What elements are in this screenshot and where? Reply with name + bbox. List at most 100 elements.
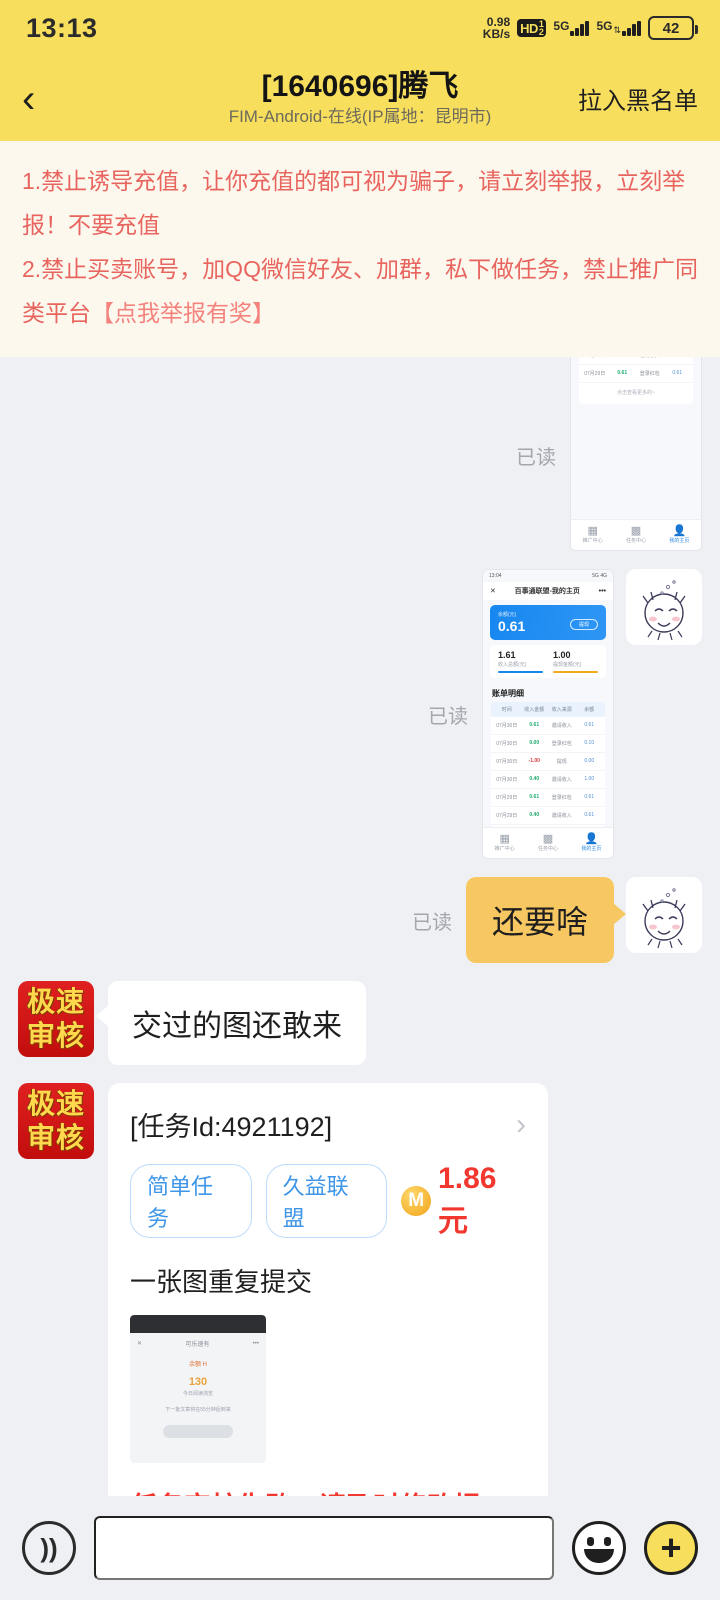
avatar-audit-line2: 审核	[26, 1122, 85, 1153]
bill-section-title-2: 账单明细	[492, 689, 524, 698]
cell-time: 07月30日	[496, 777, 518, 783]
grid-icon: ▦	[499, 833, 510, 845]
withdraw-button[interactable]: 提现	[569, 619, 598, 630]
task-thumbnail[interactable]: ✕ 可乐速有 ••• 余额 H 130 今日阅读浏览 下一批文章将在55分钟后到…	[130, 1315, 266, 1463]
stats-row: 1.61 收入总额(元) 1.00 提现金额(元)	[490, 645, 606, 678]
task-icon: ▩	[630, 525, 642, 537]
message-row-text-2: 极速 审核 交过的图还敢来	[18, 981, 702, 1065]
cell-source: 提现	[556, 759, 567, 765]
mini-tab-profile: 👤 我的主页	[570, 833, 613, 852]
balance-card: 余额(元) 0.61 提现	[490, 605, 606, 640]
read-receipt: 已读	[516, 446, 556, 469]
cell-balance: 0.61	[584, 722, 595, 728]
coin-icon: M	[401, 1186, 432, 1216]
voice-wave-icon[interactable]: ))	[22, 1521, 76, 1575]
message-bubble-incoming[interactable]: 交过的图还敢来	[96, 981, 366, 1065]
bill-table-2: 时间 收入金额 收入来源 余额 07月30日 0.61 邀请收入 0.61 07月30…	[491, 702, 605, 827]
cell-source: 邀请收入	[551, 813, 572, 819]
table-row: 07月30日 0.40 邀请收入 1.00	[491, 771, 605, 789]
sketch-face-avatar-icon	[626, 877, 702, 953]
smiley-icon[interactable]	[572, 1521, 626, 1575]
task-card[interactable]: [任务Id:4921192] › 简单任务 久益联盟 M 1.86元 一张图重复…	[108, 1083, 548, 1496]
mini-tab-promo: ▦ 推广中心	[483, 833, 526, 852]
signal-sim2: 5G ⇅	[596, 20, 641, 36]
task-price: 1.86元	[438, 1162, 497, 1238]
table-row: 07月30日0.40邀请收入1.00	[579, 357, 693, 365]
message-row-image-2: 已读 13:04 5G 4G ✕ 百事通联盟-我的主页 ••• 余额(元) 0.…	[18, 569, 702, 859]
avatar[interactable]	[626, 569, 702, 645]
read-receipt: 已读	[428, 705, 468, 728]
cell-amount: -1.00	[528, 758, 540, 764]
message-row-card-1: 极速 审核 [任务Id:4921192] › 简单任务 久益联盟 M 1.86元…	[18, 1083, 702, 1496]
avatar[interactable]	[626, 877, 702, 953]
close-icon: ✕	[137, 1341, 143, 1347]
task-icon: ▩	[542, 833, 554, 845]
cell-amount: 0.61	[529, 722, 540, 728]
stat-income-label: 收入总额(元)	[498, 662, 527, 668]
task-description: 一张图重复提交	[130, 1267, 313, 1297]
avatar-audit[interactable]: 极速 审核	[18, 981, 94, 1057]
report-reward-link[interactable]: 【点我举报有奖】	[91, 300, 275, 326]
cell-amount: 0.40	[529, 776, 540, 782]
col-source: 收入来源	[551, 707, 572, 713]
cell-source: 登录红包	[639, 371, 660, 377]
cell-time: 07月30日	[496, 723, 518, 729]
task-fail-message: 任务审核失败，请及时修改提交！	[130, 1485, 526, 1496]
cell-amount: 0.61	[529, 794, 540, 800]
back-icon[interactable]: ‹	[22, 79, 66, 119]
col-amount: 收入金额	[524, 707, 545, 713]
cell-time: 07月29日	[584, 371, 606, 377]
sim1-generation: 5G	[553, 18, 570, 33]
status-indicators: 0.98 KB/s HD 1 2 5G 5G ⇅ 42	[482, 16, 698, 41]
cell-balance: 1.00	[584, 776, 595, 782]
stat-withdraw: 1.00 提现金额(元)	[553, 650, 598, 673]
mini-time: 13:04	[489, 573, 502, 579]
close-icon[interactable]: ✕	[490, 587, 496, 595]
stat-withdraw-value: 1.00	[553, 650, 571, 660]
banner-line-2: 2.禁止买卖账号，加QQ微信好友、加群，私下做任务，禁止推广同类平台【点我举报有…	[22, 247, 698, 335]
chat-message-list[interactable]: 已读 账单明细 时间 收入金额 收入来源 余额 07月30日0.61邀请收入0.…	[0, 357, 720, 1496]
banner-line-1: 1.禁止诱导充值，让你充值的都可视为骗子，请立刻举报，立刻举报！不要充值	[22, 168, 686, 238]
status-bar: 13:13 0.98 KB/s HD 1 2 5G 5G ⇅ 42	[0, 0, 720, 56]
cell-time: 07月29日	[496, 813, 518, 819]
chevron-right-icon[interactable]: ›	[516, 1108, 526, 1142]
battery-level: 42	[662, 19, 680, 37]
net-speed-unit: KB/s	[482, 27, 511, 41]
cell-amount: 0.40	[529, 812, 540, 818]
avatar-audit[interactable]: 极速 审核	[18, 1083, 94, 1159]
cell-balance: 0.00	[584, 758, 595, 764]
more-icon[interactable]: •••	[599, 588, 606, 595]
blacklist-button[interactable]: 拉入黑名单	[578, 81, 698, 116]
cell-balance: 0.10	[584, 740, 595, 746]
grid-icon: ▦	[587, 525, 598, 537]
hd-label: HD	[520, 20, 538, 36]
load-more-label: 点击查看更多的~	[617, 390, 655, 396]
col-balance: 余额	[584, 707, 595, 713]
thumb-statusbar	[130, 1315, 266, 1333]
data-arrows-icon: ⇅	[613, 24, 621, 35]
cell-source: 登录红包	[551, 795, 572, 801]
more-icon: •••	[252, 1340, 259, 1347]
message-input[interactable]	[94, 1516, 554, 1580]
cell-balance: 0.61	[672, 370, 683, 376]
battery-icon: 42	[648, 16, 698, 40]
mini-tab-profile: 👤 我的主页	[658, 525, 701, 544]
message-bubble-outgoing[interactable]: 还要啥	[465, 877, 627, 963]
cell-source: 邀请收入	[551, 777, 572, 783]
hd-sim2: 2	[538, 27, 544, 37]
col-time: 时间	[501, 707, 512, 713]
avatar-audit-line1: 极速	[26, 986, 85, 1017]
mini-status-bar: 13:04 5G 4G	[483, 570, 613, 582]
mini-tabbar-1: ▦ 推广中心 ▩ 任务中心 👤 我的主页	[571, 519, 701, 550]
thumb-title: 可乐速有	[185, 1342, 210, 1348]
nav-bar: ‹ [1640696]腾飞 FIM-Android-在线(IP属地：昆明市) 拉…	[0, 56, 720, 141]
table-row: 07月29日 0.61 登录红包 0.61	[579, 365, 693, 383]
task-id-label: [任务Id:4921192]	[130, 1112, 333, 1142]
image-message-screenshot-2[interactable]: 13:04 5G 4G ✕ 百事通联盟-我的主页 ••• 余额(元) 0.61 …	[482, 569, 614, 859]
image-message-screenshot-1[interactable]: 账单明细 时间 收入金额 收入来源 余额 07月30日0.61邀请收入0.61 …	[570, 357, 702, 551]
stat-withdraw-label: 提现金额(元)	[553, 662, 582, 668]
stat-income-value: 1.61	[498, 650, 516, 660]
cell-time: 07月30日	[496, 741, 518, 747]
thumb-content: ✕ 可乐速有 ••• 余额 H 130 今日阅读浏览 下一批文章将在55分钟后到…	[130, 1333, 266, 1444]
plus-icon[interactable]: +	[644, 1521, 698, 1575]
